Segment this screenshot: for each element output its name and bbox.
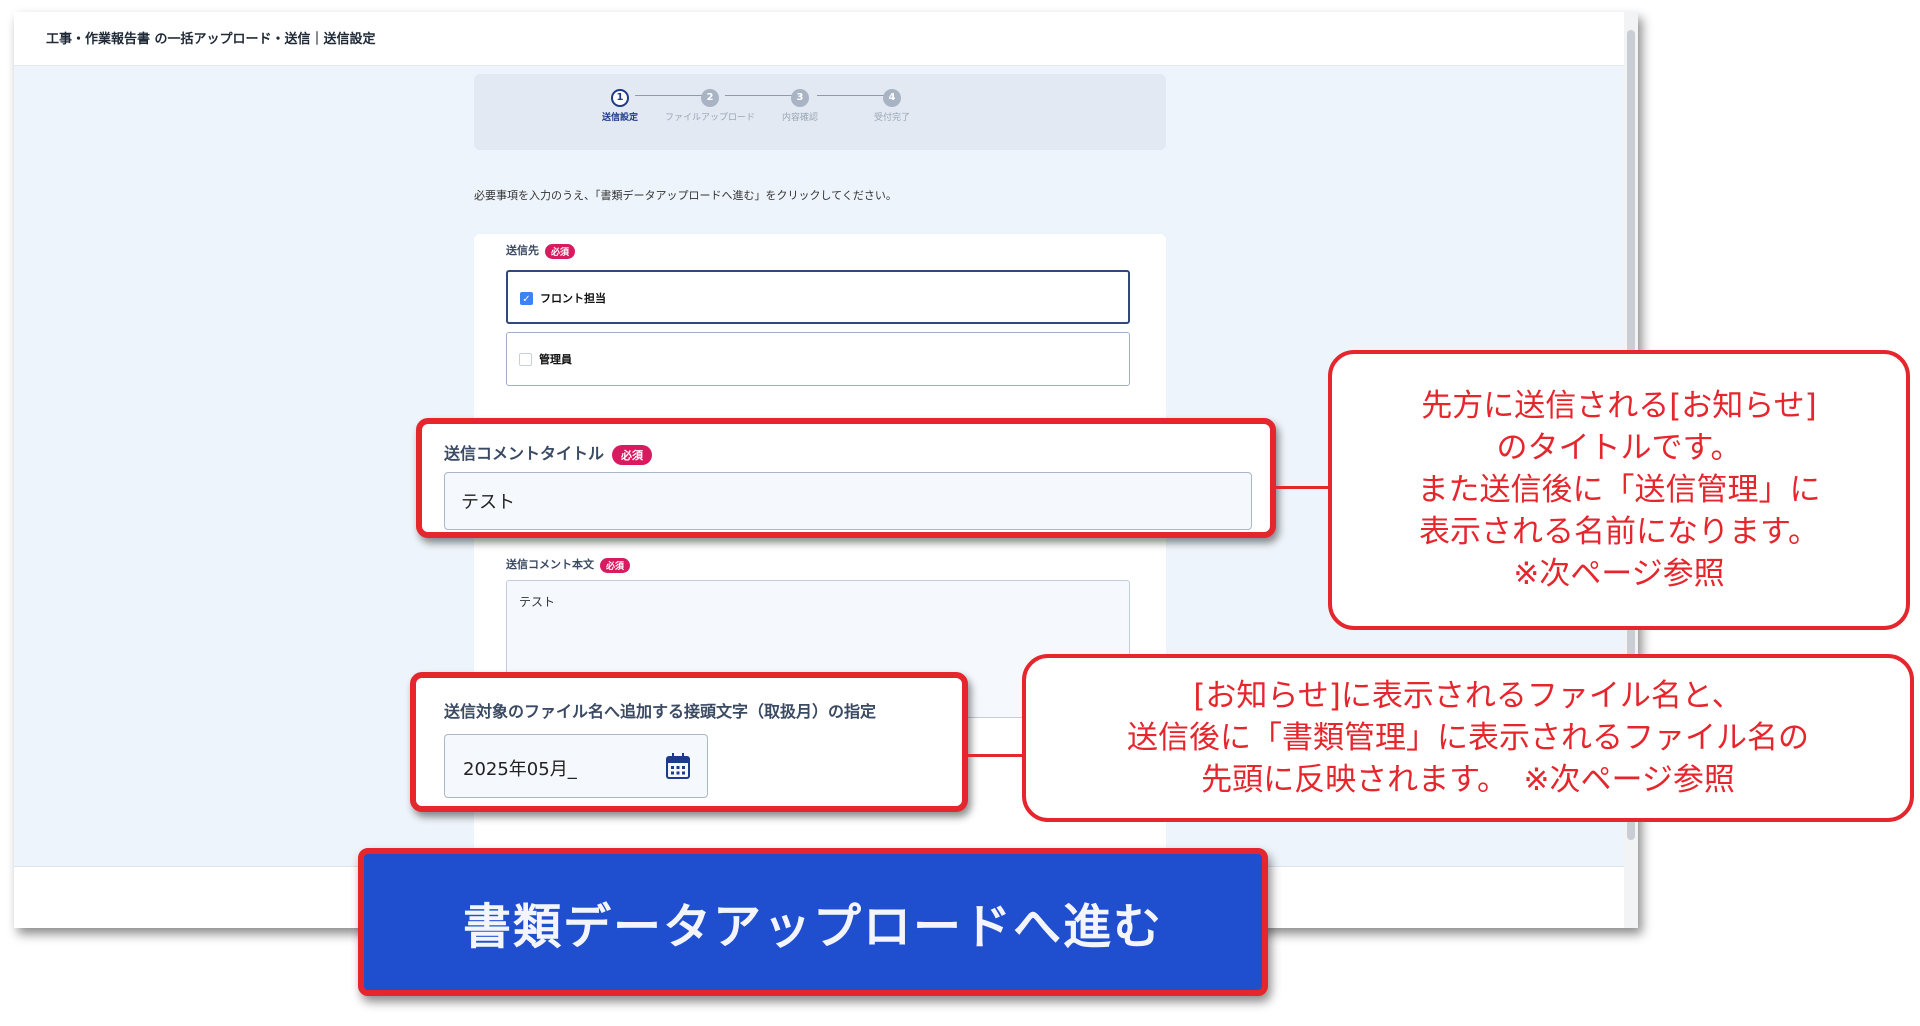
file-prefix-highlight: 送信対象のファイル名へ追加する接頭文字（取扱月）の指定 2025年05月_ [410,672,968,812]
checkbox-icon[interactable] [519,353,532,366]
recipient-option-front[interactable]: ✓ フロント担当 [506,270,1130,324]
required-badge: 必須 [612,444,653,465]
proceed-to-upload-button[interactable]: 書類データアップロードへ進む [358,848,1268,996]
callout-connector [1276,486,1328,489]
comment-title-highlight: 送信コメントタイトル 必須 テスト [416,418,1276,538]
checkbox-checked-icon[interactable]: ✓ [520,292,533,305]
step-4: 4 受付完了 [822,89,962,123]
required-badge: 必須 [545,243,576,259]
required-badge: 必須 [600,557,631,573]
file-prefix-label: 送信対象のファイル名へ追加する接頭文字（取扱月）の指定 [444,702,877,721]
page-title: 工事・作業報告書 の一括アップロード・送信｜送信設定 [46,32,376,47]
instruction-text: 必要事項を入力のうえ、「書類データアップロードへ進む」をクリックしてください。 [474,189,897,202]
page-header: 工事・作業報告書 の一括アップロード・送信｜送信設定 [14,12,1638,66]
comment-title-input[interactable]: テスト [444,472,1252,530]
step-number: 3 [791,89,809,107]
comment-title-label: 送信コメントタイトル 必須 [444,440,653,465]
recipient-option-label: フロント担当 [540,292,606,305]
step-label: 受付完了 [873,113,910,123]
calendar-icon[interactable] [665,752,691,780]
file-prefix-value: 2025年05月_ [463,759,577,780]
prefix-annotation-note: [お知らせ]に表示されるファイル名と、 送信後に「書類管理」に表示されるファイル… [1022,654,1914,822]
step-number: 2 [701,89,719,107]
recipient-label: 送信先 必須 [506,242,576,259]
recipient-option-label: 管理員 [539,353,572,366]
comment-body-label: 送信コメント本文 必須 [506,556,631,573]
recipient-option-manager[interactable]: 管理員 [506,332,1130,386]
step-number: 1 [611,89,629,107]
title-annotation-note: 先方に送信される[お知らせ] のタイトルです。 また送信後に「送信管理」に 表示… [1328,350,1910,630]
step-number: 4 [883,89,901,107]
file-prefix-date-input[interactable]: 2025年05月_ [444,734,708,798]
progress-stepper: 1 送信設定 2 ファイルアップロード 3 内容確認 4 受付完了 [474,74,1166,150]
callout-connector [968,754,1022,757]
